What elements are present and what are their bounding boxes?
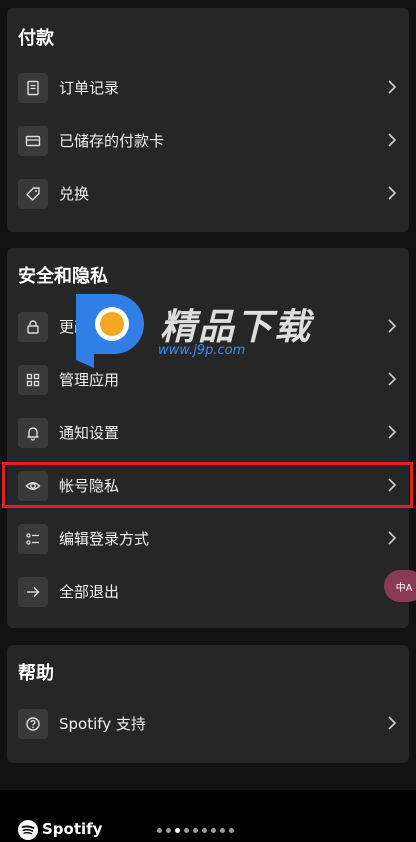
notification-settings-label: 通知设置 [59,424,120,442]
order-history-row[interactable]: 订单记录 [7,61,409,114]
chevron-right-icon [388,319,397,333]
arrow-right-icon [18,577,48,607]
edit-login-methods-label: 编辑登录方式 [59,530,150,548]
bell-icon [18,418,48,448]
security-section-title: 安全和隐私 [18,266,108,287]
page-dot [157,828,162,833]
payment-section-title: 付款 [18,28,54,49]
redeem-row[interactable]: 兑换 [7,167,409,220]
spotify-logo-icon [18,820,38,840]
page-dot [166,828,171,833]
help-section: 帮助 Spotify 支持 [7,645,409,763]
question-icon [18,709,48,739]
credit-card-icon [18,126,48,156]
apps-grid-icon [18,365,48,395]
watermark-logo-icon [76,294,144,368]
page-dot [211,828,216,833]
chevron-right-icon [388,133,397,147]
receipt-icon [18,73,48,103]
highlight-box [2,462,413,508]
order-history-label: 订单记录 [59,79,120,97]
sign-out-everywhere-row[interactable]: 全部退出 [7,565,409,618]
chevron-right-icon [388,531,397,545]
watermark-url: www.j9p.com [158,343,246,358]
payment-section: 付款 订单记录 已储存的付款卡 兑换 [7,8,409,232]
page-dot [220,828,225,833]
chevron-right-icon [388,372,397,386]
chevron-right-icon [388,425,397,439]
chevron-right-icon [388,186,397,200]
page-dot [184,828,189,833]
spotify-support-row[interactable]: Spotify 支持 [7,697,409,750]
chevron-right-icon [388,716,397,730]
translate-button[interactable]: 中A [384,570,416,602]
saved-cards-label: 已储存的付款卡 [59,132,165,150]
translate-label: 中A [395,582,413,594]
sign-out-everywhere-label: 全部退出 [59,583,120,601]
page-dot [229,828,234,833]
redeem-label: 兑换 [59,185,90,203]
spotify-brand-text: Spotify [42,820,103,838]
page-dot [193,828,198,833]
manage-apps-label: 管理应用 [59,371,120,389]
lock-icon [18,312,48,342]
page-indicator [157,828,234,833]
list-icon [18,524,48,554]
bottom-bar: Spotify [0,790,416,842]
saved-cards-row[interactable]: 已储存的付款卡 [7,114,409,167]
edit-login-methods-row[interactable]: 编辑登录方式 [7,512,409,565]
help-section-title: 帮助 [18,663,54,684]
page-dot [202,828,207,833]
manage-apps-row[interactable]: 管理应用 [7,353,409,406]
tag-icon [18,179,48,209]
notification-settings-row[interactable]: 通知设置 [7,406,409,459]
spotify-support-label: Spotify 支持 [59,715,146,733]
page-dot [175,828,180,833]
chevron-right-icon [388,80,397,94]
